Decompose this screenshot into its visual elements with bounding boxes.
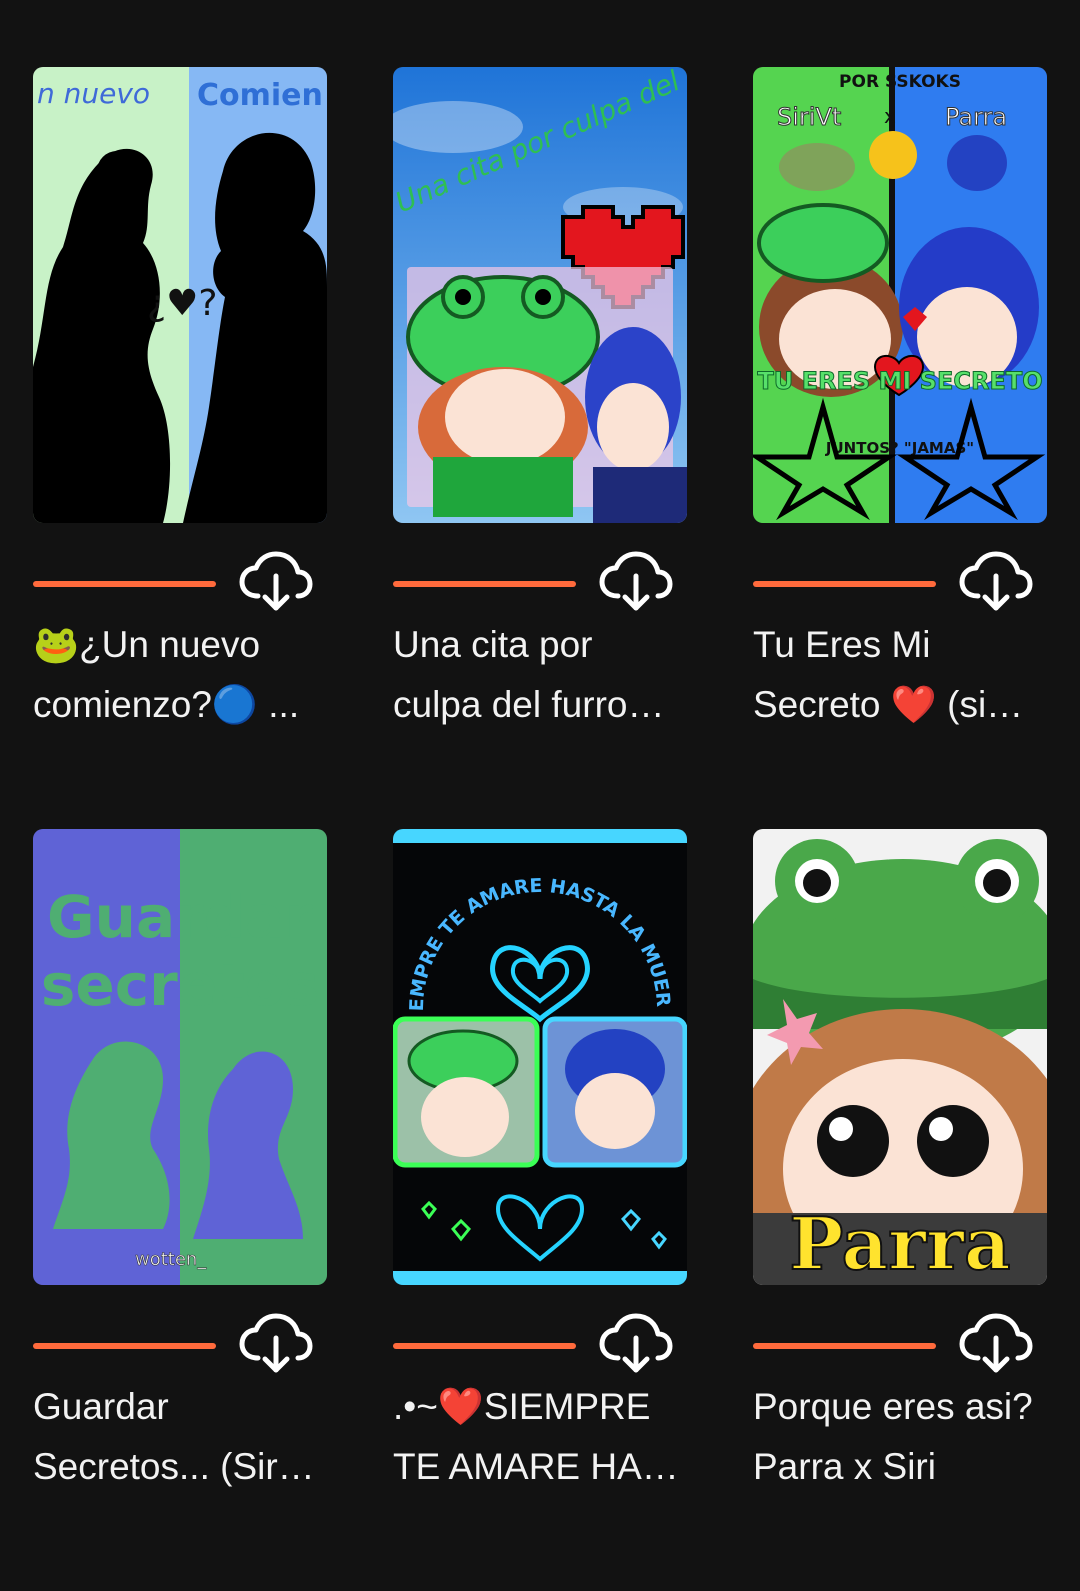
svg-text:SiriVt: SiriVt: [777, 103, 841, 131]
svg-text:x: x: [884, 104, 896, 128]
download-icon[interactable]: [598, 550, 674, 614]
svg-text:Comien: Comien: [197, 78, 323, 113]
download-icon[interactable]: [958, 1312, 1034, 1376]
svg-text:POR SSKOKS: POR SSKOKS: [839, 72, 961, 92]
story-cover[interactable]: Una cita por culpa del furro: [393, 67, 687, 523]
story-card[interactable]: Guardar secretos wotten_ Guardar Secreto…: [33, 829, 327, 1591]
split-green-blue-cover: POR SSKOKS SiriVt x Parra TU ERES MI SEC…: [753, 67, 1047, 523]
reading-progress-fill: [753, 581, 936, 587]
reading-progress-bar: [33, 581, 216, 587]
story-card[interactable]: Una cita por culpa del furro: [393, 67, 687, 829]
story-cover[interactable]: n nuevo Comien ¿♥?: [33, 67, 327, 523]
story-cover[interactable]: POR SSKOKS SiriVt x Parra TU ERES MI SEC…: [753, 67, 1047, 523]
reading-progress-bar: [753, 1343, 936, 1349]
download-icon[interactable]: [238, 1312, 314, 1376]
story-card[interactable]: n nuevo Comien ¿♥? 🐸¿Un nuevo comienzo?🔵…: [33, 67, 327, 829]
svg-text:¿♥?: ¿♥?: [147, 283, 218, 324]
story-title[interactable]: .•~❤️SIEMPRE TE AMARE HA…: [393, 1377, 687, 1497]
split-silhouette-cover: Guardar secretos wotten_: [33, 829, 327, 1285]
story-title[interactable]: 🐸¿Un nuevo comienzo?🔵 ...: [33, 615, 327, 735]
reading-progress-fill: [753, 1343, 936, 1349]
svg-text:TU ERES MI SECRETO: TU ERES MI SECRETO: [757, 367, 1042, 395]
story-title[interactable]: Una cita por culpa del furro…: [393, 615, 687, 735]
svg-text:Parra: Parra: [945, 103, 1007, 131]
reading-progress-bar: [33, 1343, 216, 1349]
story-cover[interactable]: Guardar secretos wotten_: [33, 829, 327, 1285]
svg-text:wotten_: wotten_: [135, 1249, 207, 1270]
svg-text:JUNTOS? "JAMAS": JUNTOS? "JAMAS": [825, 439, 974, 457]
download-icon[interactable]: [598, 1312, 674, 1376]
story-title[interactable]: Tu Eres Mi Secreto ❤️ (si…: [753, 615, 1047, 735]
story-cover[interactable]: SIEMPRE TE AMARE HASTA LA MUERTE: [393, 829, 687, 1285]
silhouette-couple-cover: n nuevo Comien ¿♥?: [33, 67, 327, 523]
reading-progress-fill: [33, 1343, 216, 1349]
reading-progress-fill: [393, 581, 576, 587]
svg-text:Parra: Parra: [789, 1201, 1010, 1285]
story-card[interactable]: POR SSKOKS SiriVt x Parra TU ERES MI SEC…: [753, 67, 1047, 829]
frog-hat-closeup-cover: Parra: [753, 829, 1047, 1285]
reading-progress-fill: [393, 1343, 576, 1349]
neon-heart-cover: SIEMPRE TE AMARE HASTA LA MUERTE: [393, 829, 687, 1285]
story-title[interactable]: Porque eres asi? Parra x Siri: [753, 1377, 1047, 1497]
story-card[interactable]: Parra Porque eres asi? Parra x Siri: [753, 829, 1047, 1591]
story-title[interactable]: Guardar Secretos... (Sir…: [33, 1377, 327, 1497]
svg-text:n nuevo: n nuevo: [37, 77, 150, 110]
frog-hat-heart-cover: Una cita por culpa del furro: [393, 67, 687, 523]
reading-progress-bar: [753, 581, 936, 587]
story-grid: n nuevo Comien ¿♥? 🐸¿Un nuevo comienzo?🔵…: [33, 67, 1047, 1591]
reading-progress-bar: [393, 1343, 576, 1349]
story-cover[interactable]: Parra: [753, 829, 1047, 1285]
download-icon[interactable]: [958, 550, 1034, 614]
reading-progress-bar: [393, 581, 576, 587]
download-icon[interactable]: [238, 550, 314, 614]
story-card[interactable]: SIEMPRE TE AMARE HASTA LA MUERTE: [393, 829, 687, 1591]
reading-progress-fill: [33, 581, 216, 587]
